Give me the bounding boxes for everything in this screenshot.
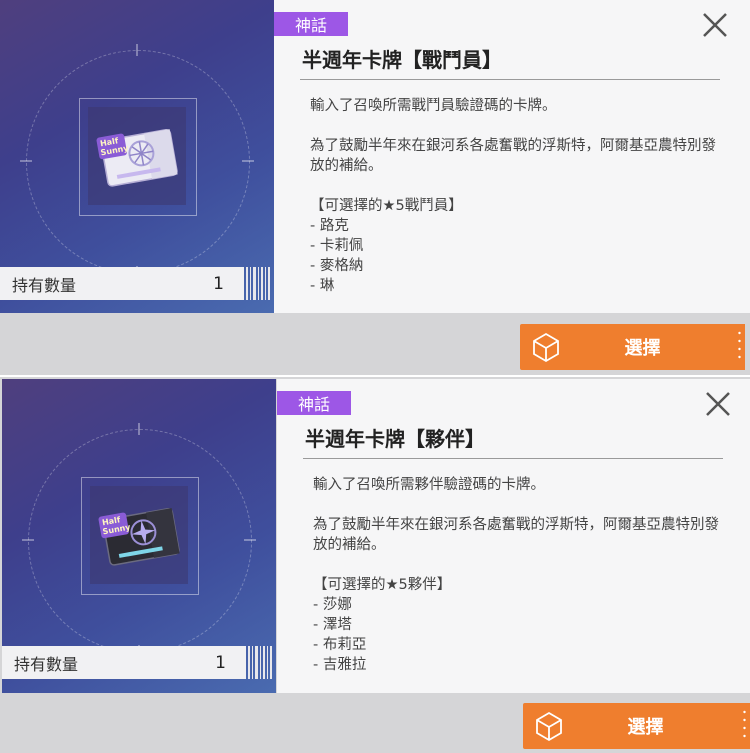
item-preview: Half Sunny 持有數量 1 (0, 0, 274, 313)
list-item: - 布莉亞 (313, 637, 367, 653)
list-header: 【可選擇的★5戰鬥員】 (310, 198, 463, 214)
item-title: 半週年卡牌【戰鬥員】 (302, 48, 502, 72)
list-item: - 卡莉佩 (310, 238, 364, 254)
item-description: 輸入了召喚所需戰鬥員驗證碼的卡牌。 為了鼓勵半年來在銀河系各處奮戰的浮斯特，阿爾… (310, 96, 730, 296)
ring-tick (244, 539, 256, 541)
title-divider (303, 458, 723, 459)
select-button-label: 選擇 (627, 717, 664, 738)
item-frame: Half Sunny (81, 477, 199, 595)
list-item: - 吉雅拉 (313, 657, 367, 673)
item-detail: 神話 半週年卡牌【夥伴】 輸入了召喚所需夥伴驗證碼的卡牌。 為了鼓勵半年來在銀河… (277, 379, 750, 693)
description-line: 輸入了召喚所需戰鬥員驗證碼的卡牌。 (310, 98, 557, 114)
dots-decoration (743, 710, 746, 738)
owned-count-bar: 持有數量 1 (0, 267, 244, 300)
owned-count-value: 1 (213, 273, 224, 294)
ring-tick (242, 160, 254, 162)
barcode-decoration (246, 267, 270, 300)
barcode-decoration (248, 646, 272, 679)
list-item: - 莎娜 (313, 597, 352, 613)
owned-count-value: 1 (215, 652, 226, 673)
description-line: 輸入了召喚所需夥伴驗證碼的卡牌。 (313, 477, 545, 493)
ring-tick (136, 44, 138, 56)
selectable-list: 【可選擇的★5戰鬥員】 - 路克 - 卡莉佩 - 麥格納 - 琳 (310, 196, 730, 296)
description-line: 為了鼓勵半年來在銀河系各處奮戰的浮斯特，阿爾基亞農特別發放的補給。 (313, 517, 719, 553)
rarity-badge: 神話 (277, 391, 351, 415)
rarity-badge: 神話 (274, 12, 348, 36)
owned-count-label: 持有數量 (12, 275, 77, 295)
owned-count-label: 持有數量 (14, 654, 79, 674)
item-panel-combatant: Half Sunny 持有數量 1 神話 半週年卡牌【戰鬥員】 輸入了召喚所需戰 (0, 0, 750, 376)
half-sunny-card-icon: Half Sunny (98, 507, 180, 566)
list-header: 【可選擇的★5夥伴】 (313, 577, 452, 593)
list-item: - 路克 (310, 218, 349, 234)
close-icon[interactable] (700, 10, 730, 40)
list-item: - 澤塔 (313, 617, 352, 633)
ring-tick (22, 539, 34, 541)
item-description: 輸入了召喚所需夥伴驗證碼的卡牌。 為了鼓勵半年來在銀河系各處奮戰的浮斯特，阿爾基… (313, 475, 733, 675)
title-divider (300, 79, 720, 80)
item-panel-partner: Half Sunny 持有數量 1 神話 半週年卡牌【夥伴】 輸入了召喚所需夥伴 (0, 377, 750, 753)
selectable-list: 【可選擇的★5夥伴】 - 莎娜 - 澤塔 - 布莉亞 - 吉雅拉 (313, 575, 733, 675)
item-title: 半週年卡牌【夥伴】 (305, 427, 485, 451)
description-line: 為了鼓勵半年來在銀河系各處奮戰的浮斯特，阿爾基亞農特別發放的補給。 (310, 138, 716, 174)
owned-count-bar: 持有數量 1 (2, 646, 246, 679)
select-button-label: 選擇 (624, 338, 661, 359)
select-button[interactable]: 選擇 (523, 703, 750, 749)
dots-decoration (738, 331, 741, 359)
half-sunny-card-icon: Half Sunny (96, 128, 178, 187)
item-detail: 神話 半週年卡牌【戰鬥員】 輸入了召喚所需戰鬥員驗證碼的卡牌。 為了鼓勵半年來在… (274, 0, 750, 313)
select-button[interactable]: 選擇 (520, 324, 745, 370)
list-item: - 麥格納 (310, 258, 364, 274)
ring-tick (138, 423, 140, 435)
list-item: - 琳 (310, 278, 335, 294)
close-icon[interactable] (703, 389, 733, 419)
item-frame: Half Sunny (79, 98, 197, 216)
ring-tick (20, 160, 32, 162)
item-preview: Half Sunny 持有數量 1 (2, 379, 276, 693)
